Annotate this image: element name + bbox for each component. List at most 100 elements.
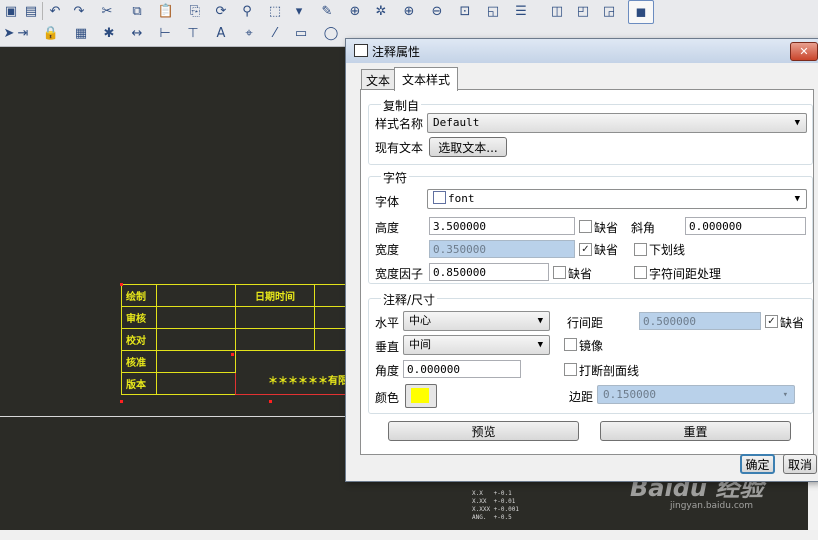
copy-icon[interactable]: ⧉ (128, 2, 146, 20)
cube-wire-icon[interactable]: ◰ (574, 2, 592, 20)
table-row: 绘制 日期时间 (121, 284, 354, 307)
drawing-border-line (0, 416, 360, 417)
width-input[interactable]: 0.350000 (429, 240, 575, 258)
zoom-out-icon[interactable]: ⊖ (428, 2, 446, 20)
lock-icon[interactable]: 🔒 (42, 24, 60, 42)
reset-button[interactable]: 重置 (600, 421, 791, 441)
cube-hidden-icon[interactable]: ◲ (600, 2, 618, 20)
table-cell (156, 350, 236, 373)
preview-button[interactable]: 预览 (388, 421, 579, 441)
cube-icon[interactable]: ◫ (548, 2, 566, 20)
sketch-icon[interactable]: ✎ (318, 2, 336, 20)
underline-label: 下划线 (649, 243, 686, 257)
surface-finish-icon[interactable]: ⁄ (266, 24, 284, 42)
undo-icon[interactable]: ↶ (46, 2, 64, 20)
mirror-checkbox[interactable] (564, 338, 577, 351)
tab-text[interactable]: 文本 (361, 69, 395, 90)
margin-select[interactable]: 0.150000 ▾ (597, 385, 795, 404)
layers-icon[interactable]: ☰ (512, 2, 530, 20)
pick-text-button[interactable]: 选取文本... (429, 137, 507, 157)
chevron-down-icon: ▼ (537, 316, 543, 326)
selection-handle[interactable] (120, 400, 123, 403)
height-default-checkbox[interactable] (579, 220, 592, 233)
refit-icon[interactable]: ⊡ (456, 2, 474, 20)
balloon-icon[interactable]: ◯ (322, 24, 340, 42)
table-cell (235, 306, 315, 329)
horizontal-label: 水平 (375, 316, 400, 330)
width-factor-input[interactable]: 0.850000 (429, 263, 549, 281)
break-hatch-checkbox[interactable] (564, 363, 577, 376)
selection-handle[interactable] (231, 353, 234, 356)
table-cell: 核准 (121, 350, 157, 373)
color-swatch-fill (411, 388, 429, 403)
zoom-in-icon[interactable]: ⊕ (400, 2, 418, 20)
paste-icon[interactable]: 📋 (157, 2, 175, 20)
print-icon[interactable]: ▤ (22, 2, 40, 20)
note-properties-dialog: 注释属性 ✕ 文本 文本样式 复制自 样式名称 Default ▼ 现有文本 选取… (345, 38, 818, 482)
underline-checkbox[interactable] (634, 243, 647, 256)
cut-icon[interactable]: ✂ (98, 2, 116, 20)
color-label: 颜色 (375, 391, 400, 405)
width-factor-label: 宽度因子 (375, 267, 424, 281)
chevron-down-icon: ▼ (794, 194, 800, 204)
shaded-icon[interactable]: ◼ (628, 0, 654, 24)
character-group-label: 字符 (381, 169, 410, 186)
width-factor-default-checkbox[interactable] (553, 266, 566, 279)
redo-icon[interactable]: ↷ (70, 2, 88, 20)
style-name-select[interactable]: Default ▼ (427, 113, 807, 133)
text-icon[interactable]: A (212, 24, 230, 42)
font-select[interactable]: font ▼ (427, 189, 807, 209)
select-box-icon[interactable]: ⬚ (266, 2, 284, 20)
baseline-icon[interactable]: ⊤ (184, 24, 202, 42)
binoculars-icon[interactable]: ⚲ (238, 2, 256, 20)
kerning-checkbox[interactable] (634, 266, 647, 279)
company-name-text[interactable]: ＊＊＊＊＊＊有限 (268, 372, 348, 387)
chevron-down-icon: ▼ (537, 340, 543, 350)
table-cell (156, 284, 236, 307)
regenerate-icon[interactable]: ⟳ (212, 2, 230, 20)
view-icon[interactable]: ◱ (484, 2, 502, 20)
close-button[interactable]: ✕ (790, 42, 818, 61)
line-spacing-input[interactable]: 0.500000 (639, 312, 761, 330)
dropdown-arrow-icon[interactable]: ▾ (290, 2, 308, 20)
dialog-titlebar[interactable]: 注释属性 ✕ (346, 39, 818, 63)
font-type-icon (433, 191, 446, 204)
toolbar-separator (42, 2, 43, 20)
kerning-label: 字符间距处理 (649, 267, 722, 281)
margin-label: 边距 (569, 390, 594, 404)
font-label: 字体 (375, 195, 400, 209)
text-style-panel: 复制自 样式名称 Default ▼ 现有文本 选取文本... 字符 字体 fon… (360, 89, 814, 455)
color-swatch-button[interactable] (405, 384, 437, 408)
table-cell: 审核 (121, 306, 157, 329)
height-input[interactable]: 3.500000 (429, 217, 575, 235)
vertical-select[interactable]: 中间 ▼ (403, 335, 550, 355)
cancel-button[interactable]: 取消 (783, 454, 817, 474)
note-dimension-group: 注释/尺寸 水平 中心 ▼ 行间距 0.500000 ✓ 缺省 垂直 中间 ▼ 镜像… (368, 291, 813, 414)
tab-text-style[interactable]: 文本样式 (394, 67, 458, 91)
ordinate-icon[interactable]: ⊢ (156, 24, 174, 42)
save-icon[interactable]: ▣ (2, 2, 20, 20)
horizontal-select[interactable]: 中心 ▼ (403, 311, 550, 331)
slant-input[interactable]: 0.000000 (685, 217, 806, 235)
line-spacing-default-checkbox[interactable]: ✓ (765, 315, 778, 328)
ok-button[interactable]: 确定 (740, 454, 775, 474)
style-name-label: 样式名称 (375, 117, 424, 131)
line-spacing-default-label: 缺省 (780, 316, 805, 330)
datum-icon[interactable]: ▭ (292, 24, 310, 42)
copy-from-group: 复制自 样式名称 Default ▼ 现有文本 选取文本... (368, 97, 813, 165)
angle-input[interactable]: 0.000000 (403, 360, 521, 378)
table-icon[interactable]: ▦ (72, 24, 90, 42)
insert-icon[interactable]: ⇥ (14, 24, 32, 42)
selection-handle[interactable] (120, 283, 123, 286)
orient-icon[interactable]: ⊕ (346, 2, 364, 20)
chevron-down-icon: ▾ (782, 390, 788, 400)
spin-icon[interactable]: ✲ (372, 2, 390, 20)
width-default-checkbox[interactable]: ✓ (579, 243, 592, 256)
table-cell: 绘制 (121, 284, 157, 307)
gtol-icon[interactable]: ⌖ (240, 24, 258, 42)
character-group: 字符 字体 font ▼ 高度 3.500000 缺省 斜角 0.000000 宽… (368, 169, 813, 284)
paste-special-icon[interactable]: ⎘ (186, 2, 204, 20)
dimension-icon[interactable]: ↔ (128, 24, 146, 42)
note-icon[interactable]: ✱ (100, 24, 118, 42)
selection-handle[interactable] (269, 400, 272, 403)
